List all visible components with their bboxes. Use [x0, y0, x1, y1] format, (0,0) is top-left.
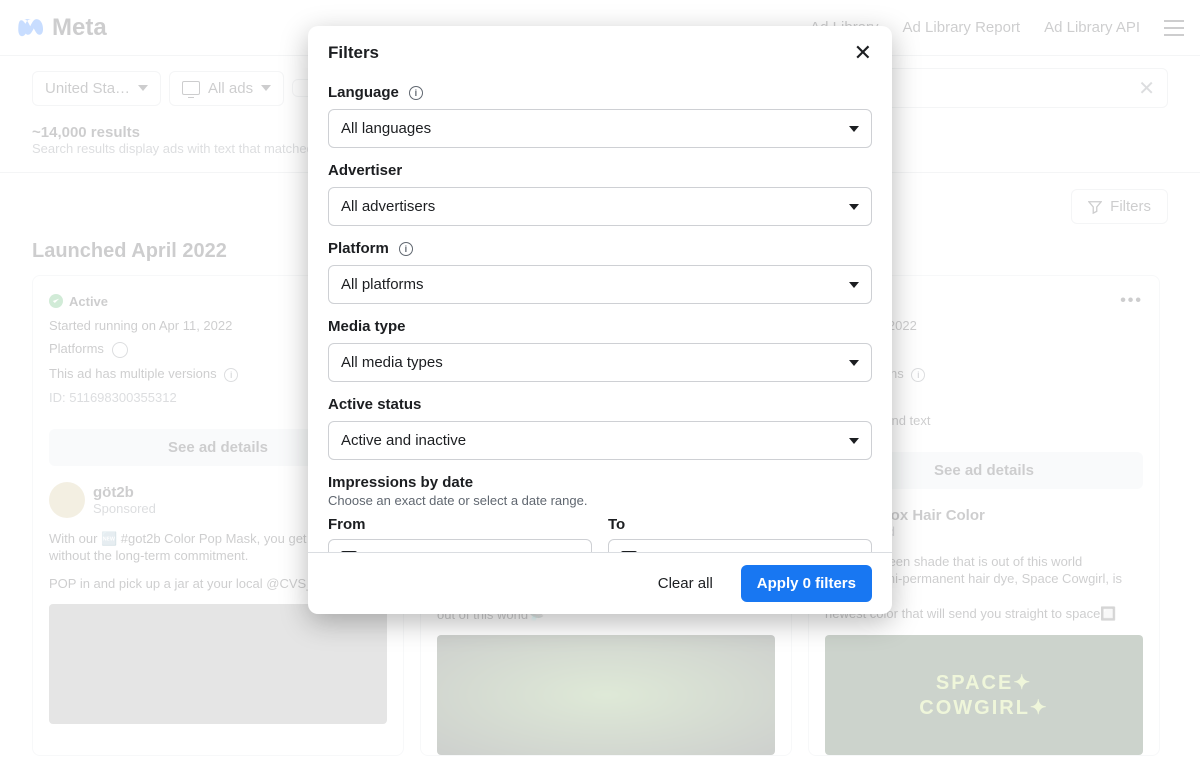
filters-modal: Filters ✕ Languagei All languages Advert…	[308, 26, 892, 614]
to-date-input[interactable]: May 1, 2022	[608, 539, 872, 552]
modal-overlay: Filters ✕ Languagei All languages Advert…	[0, 0, 1200, 767]
language-group: Languagei All languages	[328, 84, 872, 148]
media-group: Media type All media types	[328, 318, 872, 382]
clear-all-button[interactable]: Clear all	[646, 567, 725, 600]
platform-group: Platformi All platforms	[328, 240, 872, 304]
from-date-input[interactable]: May 7, 2018	[328, 539, 592, 552]
impressions-group: Impressions by date Choose an exact date…	[328, 474, 872, 552]
to-col: To May 1, 2022	[608, 516, 872, 552]
advertiser-select[interactable]: All advertisers	[328, 187, 872, 226]
info-icon[interactable]: i	[399, 242, 413, 256]
calendar-icon	[621, 551, 637, 553]
advertiser-group: Advertiser All advertisers	[328, 162, 872, 226]
chevron-down-icon	[849, 204, 859, 210]
media-select[interactable]: All media types	[328, 343, 872, 382]
chevron-down-icon	[849, 438, 859, 444]
calendar-icon	[341, 551, 357, 553]
modal-title: Filters	[328, 43, 379, 63]
platform-select[interactable]: All platforms	[328, 265, 872, 304]
status-select[interactable]: Active and inactive	[328, 421, 872, 460]
language-select[interactable]: All languages	[328, 109, 872, 148]
chevron-down-icon	[849, 282, 859, 288]
chevron-down-icon	[849, 360, 859, 366]
from-col: From May 7, 2018	[328, 516, 592, 552]
apply-filters-button[interactable]: Apply 0 filters	[741, 565, 872, 602]
info-icon[interactable]: i	[409, 86, 423, 100]
status-group: Active status Active and inactive	[328, 396, 872, 460]
close-icon[interactable]: ✕	[854, 42, 872, 64]
chevron-down-icon	[849, 126, 859, 132]
